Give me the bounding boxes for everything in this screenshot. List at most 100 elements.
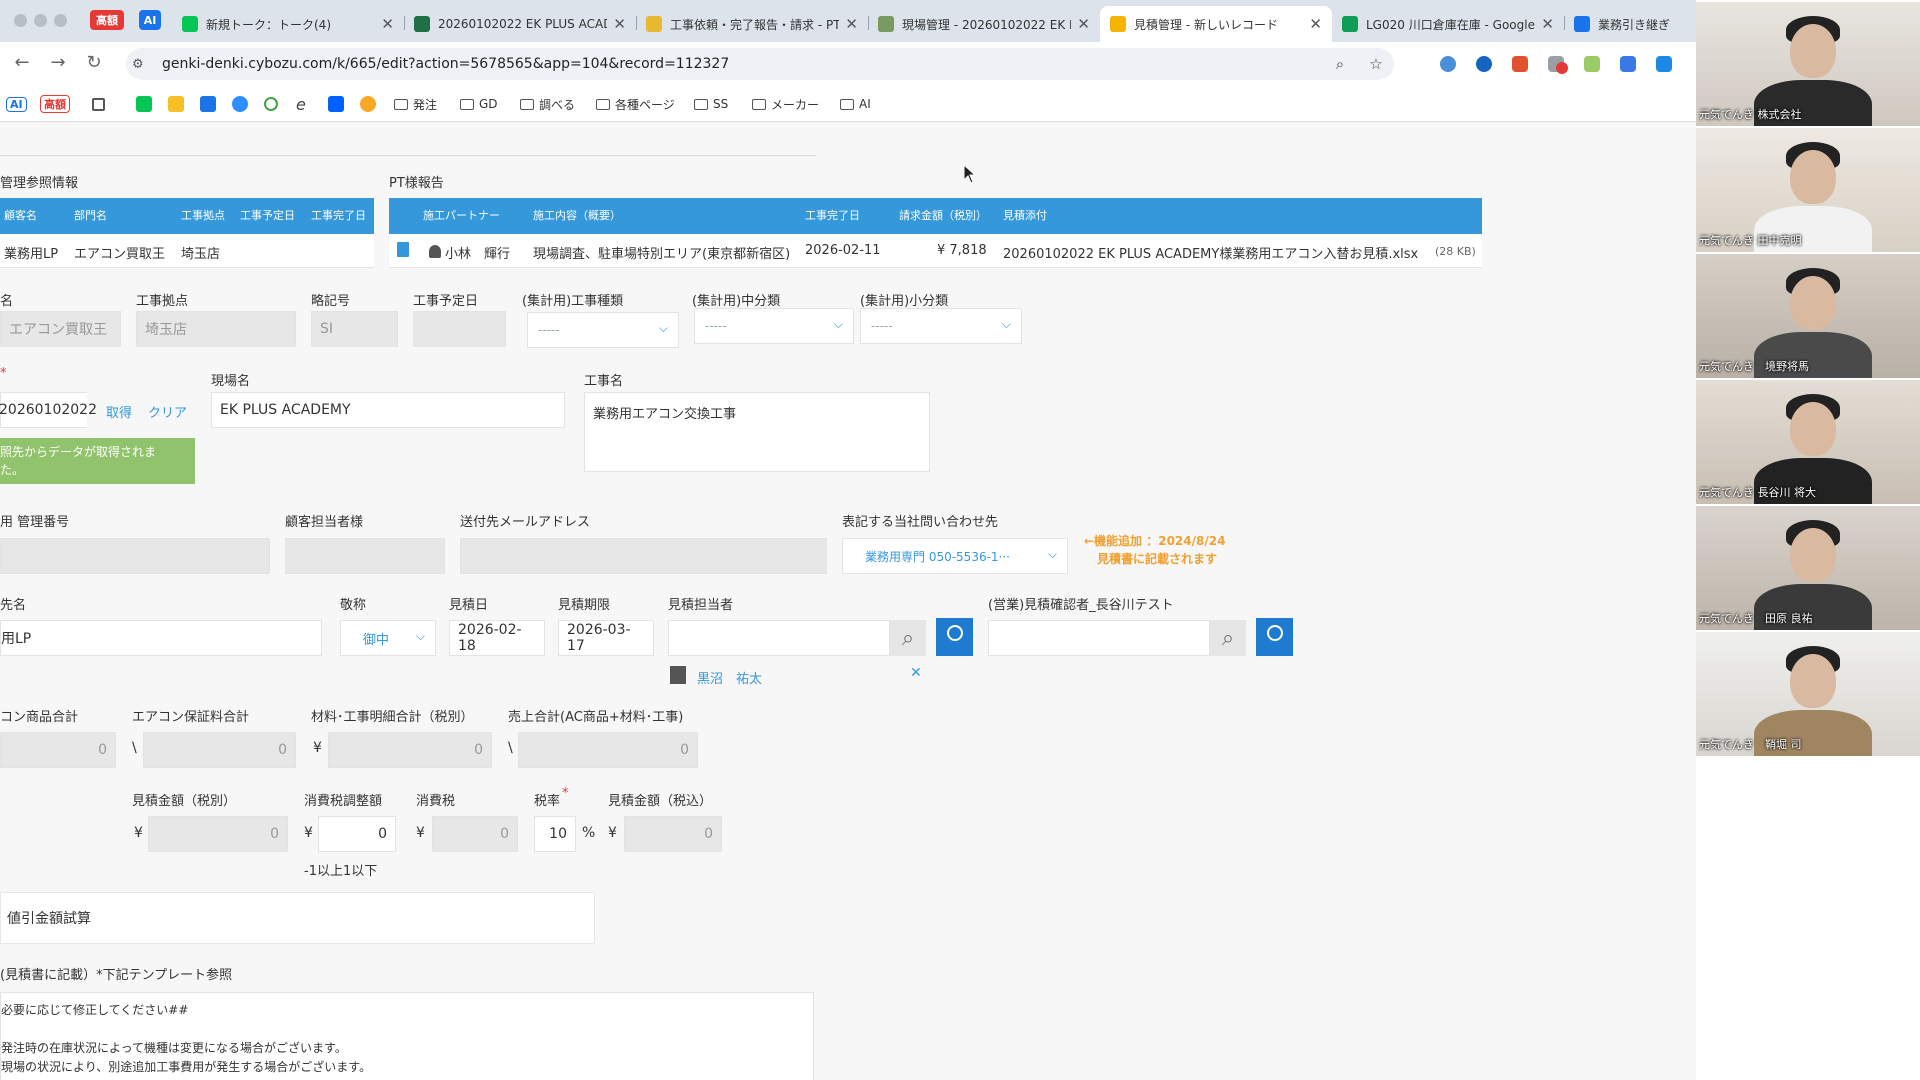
attachment-link[interactable]: 20260102022 EK PLUS ACADEMY様業務用エアコン入替お見積… [1003,243,1418,262]
tax-rate-field[interactable]: 10 [534,816,576,852]
contact-field[interactable] [285,538,445,574]
bookmark-star-icon[interactable]: ☆ [1358,55,1394,73]
dest-name-field[interactable]: 用LP [0,620,322,656]
folder-icon [460,98,474,110]
tab-construction-request[interactable]: 工事依頼・完了報告・請求 - PT ✕ [636,6,868,42]
minimize-window-dot[interactable] [34,14,47,27]
tab-close-icon[interactable]: ✕ [1077,15,1090,33]
ai-tab-group[interactable]: AI [139,10,161,30]
remarks-textarea[interactable]: 必要に応じて修正してください## 発注時の在庫状況によって機種は変更になる場合が… [0,992,814,1080]
tax-adjust-field[interactable]: 0 [318,816,396,852]
participant-tile[interactable]: 元気でんき 田中克明 [1696,128,1920,252]
site-info-icon[interactable]: ⚙ [132,57,152,72]
email-field[interactable] [460,538,827,574]
dropdown-placeholder: ----- [705,319,727,333]
clear-link[interactable]: クリア [148,402,187,421]
bookmark-line[interactable] [136,95,152,113]
extension-circle-icon[interactable] [1476,56,1492,72]
inquiry-value: 業務用専門 050-5536-1··· [865,549,1010,564]
address-bar[interactable]: ⚙ genki-denki.cybozu.com/k/665/edit?acti… [126,48,1394,80]
tab-close-icon[interactable]: ✕ [1541,15,1554,33]
bookmark-zoom[interactable] [232,95,248,113]
user-select-icon[interactable] [1256,618,1293,656]
bookmark-folder-5[interactable]: メーカー [752,95,819,113]
code-field[interactable]: 20260102022 [0,392,97,428]
participant-tile[interactable]: 元気でんき 鞘堀 司 [1696,632,1920,756]
bookmark-folder-3[interactable]: 各種ページ [596,95,675,113]
base-link[interactable]: 埼玉店 [181,243,220,262]
tab-close-icon[interactable]: ✕ [613,15,626,33]
extension-chart-icon[interactable] [1512,56,1528,72]
bookmark-ai[interactable]: AI [6,95,27,113]
bookmark-refresh[interactable] [264,95,278,113]
honorific-dropdown[interactable]: 御中 ⌵ [340,620,436,656]
estimate-date-field[interactable]: 2026-02-18 [449,620,545,656]
tab-excel-estimate[interactable]: 20260102022 EK PLUS ACADE ✕ [404,6,636,42]
folder-label: AI [859,97,871,111]
expiry-field[interactable]: 2026-03-17 [558,620,654,656]
bookmark-folder-6[interactable]: AI [840,95,871,113]
reload-icon[interactable]: ↻ [82,52,106,73]
small-category-dropdown[interactable]: ----- ⌵ [860,308,1022,344]
back-icon[interactable]: ← [10,52,34,73]
maximize-window-dot[interactable] [54,14,67,27]
partner-link[interactable]: 小林 輝行 [445,243,510,262]
user-avatar-icon [670,666,686,684]
work-name-textarea[interactable]: 業務用エアコン交換工事 [584,392,930,472]
remove-person-icon[interactable]: ✕ [910,665,922,681]
notification-badge [1556,62,1568,74]
participant-tile[interactable]: 元気でんき 田原 良祐 [1696,506,1920,630]
site-name-field[interactable]: EK PLUS ACADEMY [211,392,565,428]
tab-site-management[interactable]: 現場管理 - 20260102022 EK PLUS ✕ [868,6,1100,42]
bookmark-dropbox[interactable] [328,95,344,113]
ac-product-total-label: コン商品合計 [0,710,79,725]
bookmark-g[interactable] [200,95,216,113]
bookmark-folder-1[interactable]: GD [460,95,498,113]
col-header: 工事完了日 [311,209,366,222]
tab-handover[interactable]: 業務引き継ぎ [1564,6,1696,42]
mid-category-dropdown[interactable]: ----- ⌵ [694,308,854,344]
bookmark-e[interactable]: e [296,95,306,114]
kogaku-tab-group[interactable]: 高額 [90,10,124,30]
user-select-icon[interactable] [936,618,973,656]
extension-edit-icon[interactable] [1620,56,1636,72]
work-type-dropdown[interactable]: ----- ⌵ [527,312,679,348]
bookmark-apps[interactable] [92,95,105,113]
search-icon[interactable]: ⌕ [1210,620,1246,656]
bookmark-yellow[interactable] [168,95,184,113]
tab-close-icon[interactable]: ✕ [1309,15,1322,33]
cycle-icon [264,97,278,111]
sales-total-value: 0 [680,742,689,758]
participant-tile[interactable]: 元気でんき 境野将馬 [1696,254,1920,378]
bookmark-folder-4[interactable]: SS [694,95,728,113]
extension-leaf-icon[interactable] [1584,56,1600,72]
estimate-person-input[interactable] [668,620,890,656]
participant-tile[interactable]: 元気でんき 長谷川 将大 [1696,380,1920,504]
document-icon[interactable] [397,242,409,257]
zoom-icon[interactable]: ⌕ [1322,55,1358,73]
discount-section[interactable]: 値引金額試算 [0,892,595,944]
tab-title: LG020 川口倉庫在庫 - Google [1366,17,1535,32]
selected-person-link[interactable]: 黒沼 祐太 [697,668,762,687]
close-window-dot[interactable] [14,14,27,27]
url-text[interactable]: genki-denki.cybozu.com/k/665/edit?action… [162,56,1322,72]
customer-link[interactable]: 業務用LP [4,243,58,262]
search-icon[interactable]: ⌕ [890,620,926,656]
tab-close-icon[interactable]: ✕ [845,15,858,33]
get-data-link[interactable]: 取得 [106,402,132,421]
bookmark-face[interactable] [360,95,376,113]
forward-icon[interactable]: → [46,52,70,73]
bookmark-kogaku[interactable]: 高額 [40,95,70,113]
bookmark-folder-2[interactable]: 調べる [520,95,575,113]
extension-globe-icon[interactable] [1440,56,1456,72]
inquiry-dropdown[interactable]: 業務用専門 050-5536-1··· ⌵ [842,538,1068,574]
extension-panel-icon[interactable] [1656,56,1672,72]
participant-tile[interactable]: 元気でんき 株式会社 [1696,2,1920,126]
tab-estimate-management[interactable]: 見積管理 - 新しいレコード ✕ [1100,6,1332,42]
tab-line-talk[interactable]: 新規トーク：トーク(4) ✕ [172,6,404,42]
tab-google-sheet[interactable]: LG020 川口倉庫在庫 - Google ✕ [1332,6,1564,42]
checker-input[interactable] [988,620,1210,656]
bookmark-folder-0[interactable]: 発注 [394,95,437,113]
tab-close-icon[interactable]: ✕ [381,15,394,33]
line-icon [182,16,198,32]
